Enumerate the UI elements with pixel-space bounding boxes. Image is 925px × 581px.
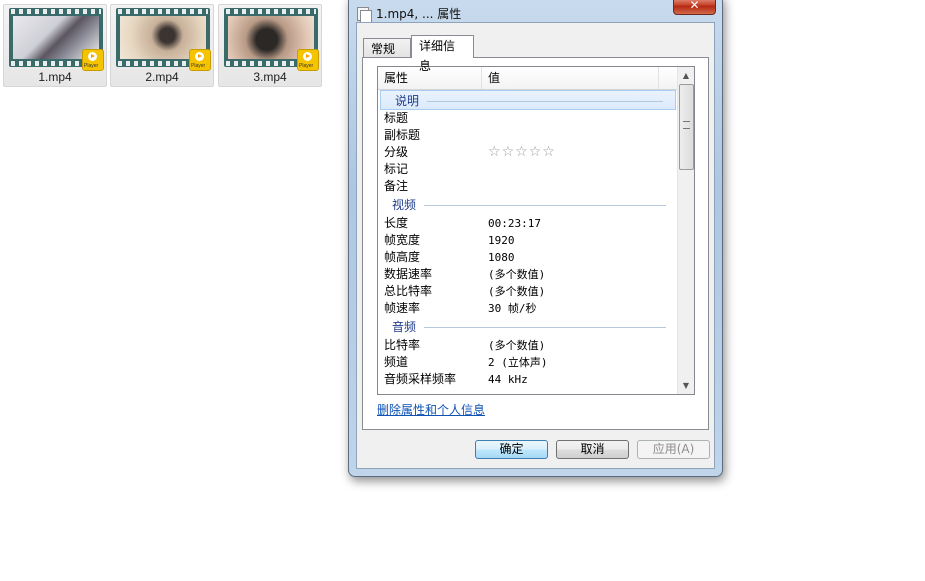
- properties-dialog: 1.mp4, ... 属性 ✕ 常规 详细信息 属性 值 说明 标题 副标题 分…: [348, 0, 723, 477]
- star-icon[interactable]: ☆: [515, 144, 529, 160]
- cancel-button[interactable]: 取消: [556, 440, 629, 459]
- property-name: 帧速率: [384, 301, 421, 315]
- column-header-value[interactable]: 值: [482, 67, 659, 89]
- star-icon[interactable]: ☆: [529, 144, 543, 160]
- table-row[interactable]: 音频采样频率 44 kHz: [378, 371, 678, 388]
- table-row[interactable]: 分级 ☆☆☆☆☆: [378, 144, 678, 161]
- video-thumbnail-image: Player: [224, 8, 319, 71]
- group-label: 视频: [392, 198, 417, 212]
- property-value: 1080: [488, 251, 515, 264]
- property-name: 总比特率: [384, 284, 433, 298]
- file-thumbnail[interactable]: Player 1.mp4: [3, 4, 107, 87]
- film-strip-holes: [118, 9, 208, 14]
- file-thumbnail[interactable]: Player 2.mp4: [110, 4, 214, 87]
- tab-general[interactable]: 常规: [363, 38, 411, 57]
- group-divider: [424, 327, 666, 328]
- property-rows: 说明 标题 副标题 分级 ☆☆☆☆☆ 标记 备注 视频 长度 00:23:17 帧宽…: [378, 90, 678, 388]
- property-value: (多个数值): [488, 339, 546, 352]
- property-value: 2 (立体声): [488, 356, 548, 369]
- table-row[interactable]: 标题: [378, 110, 678, 127]
- file-name: 2.mp4: [145, 70, 179, 84]
- property-name: 备注: [384, 179, 409, 193]
- group-header-video[interactable]: 视频: [378, 195, 678, 215]
- table-row[interactable]: 长度 00:23:17: [378, 215, 678, 232]
- scrollbar-thumb[interactable]: [679, 84, 694, 170]
- table-row[interactable]: 帧高度 1080: [378, 249, 678, 266]
- property-value: 00:23:17: [488, 217, 541, 230]
- scroll-down-arrow-icon[interactable]: ▼: [678, 377, 694, 394]
- property-value: (多个数值): [488, 285, 546, 298]
- video-thumbnail-image: Player: [9, 8, 104, 71]
- group-divider: [427, 101, 663, 102]
- documents-icon: [357, 7, 372, 24]
- group-label: 说明: [395, 94, 420, 108]
- property-name: 标记: [384, 162, 409, 176]
- group-header-description[interactable]: 说明: [380, 90, 676, 110]
- property-name: 标题: [384, 111, 409, 125]
- property-value: (多个数值): [488, 268, 546, 281]
- apply-button[interactable]: 应用(A): [637, 440, 710, 459]
- property-list[interactable]: 属性 值 说明 标题 副标题 分级 ☆☆☆☆☆ 标记 备注 视频 长度 00:2…: [377, 66, 695, 395]
- dialog-client-area: 常规 详细信息 属性 值 说明 标题 副标题 分级 ☆☆☆☆☆ 标记 备注 视频…: [356, 22, 715, 469]
- close-button[interactable]: ✕: [673, 0, 716, 15]
- player-app-icon: Player: [82, 49, 104, 71]
- property-name: 音频采样频率: [384, 372, 457, 386]
- table-row[interactable]: 频道 2 (立体声): [378, 354, 678, 371]
- star-icon[interactable]: ☆: [542, 144, 556, 160]
- file-name: 3.mp4: [253, 70, 287, 84]
- tab-details[interactable]: 详细信息: [411, 35, 474, 73]
- table-row[interactable]: 标记: [378, 161, 678, 178]
- property-value: 30 帧/秒: [488, 302, 537, 315]
- rating-stars[interactable]: ☆☆☆☆☆: [488, 144, 556, 161]
- property-name: 帧宽度: [384, 233, 421, 247]
- star-icon[interactable]: ☆: [488, 144, 502, 160]
- table-row[interactable]: 备注: [378, 178, 678, 195]
- dialog-title: 1.mp4, ... 属性: [376, 7, 462, 21]
- ok-button[interactable]: 确定: [475, 440, 548, 459]
- group-label: 音频: [392, 320, 417, 334]
- property-value: 1920: [488, 234, 515, 247]
- property-value: 44 kHz: [488, 373, 528, 386]
- table-row[interactable]: 总比特率 (多个数值): [378, 283, 678, 300]
- remove-properties-link[interactable]: 删除属性和个人信息: [377, 401, 485, 418]
- table-row[interactable]: 比特率 (多个数值): [378, 337, 678, 354]
- property-name: 比特率: [384, 338, 421, 352]
- table-row[interactable]: 帧宽度 1920: [378, 232, 678, 249]
- details-panel: 属性 值 说明 标题 副标题 分级 ☆☆☆☆☆ 标记 备注 视频 长度 00:2…: [362, 57, 709, 430]
- property-name: 帧高度: [384, 250, 421, 264]
- property-name: 分级: [384, 145, 409, 159]
- vertical-scrollbar[interactable]: ▲ ▼: [677, 67, 694, 394]
- film-strip-holes: [11, 9, 101, 14]
- file-name: 1.mp4: [38, 70, 72, 84]
- player-app-icon: Player: [297, 49, 319, 71]
- property-name: 副标题: [384, 128, 421, 142]
- scroll-up-arrow-icon[interactable]: ▲: [678, 67, 694, 84]
- table-row[interactable]: 帧速率 30 帧/秒: [378, 300, 678, 317]
- property-name: 长度: [384, 216, 409, 230]
- video-thumbnail-image: Player: [116, 8, 211, 71]
- group-header-audio[interactable]: 音频: [378, 317, 678, 337]
- star-icon[interactable]: ☆: [502, 144, 516, 160]
- file-thumbnail[interactable]: Player 3.mp4: [218, 4, 322, 87]
- player-app-icon: Player: [189, 49, 211, 71]
- property-name: 数据速率: [384, 267, 433, 281]
- group-divider: [424, 205, 666, 206]
- property-name: 频道: [384, 355, 409, 369]
- film-strip-holes: [226, 9, 316, 14]
- table-row[interactable]: 副标题: [378, 127, 678, 144]
- table-row[interactable]: 数据速率 (多个数值): [378, 266, 678, 283]
